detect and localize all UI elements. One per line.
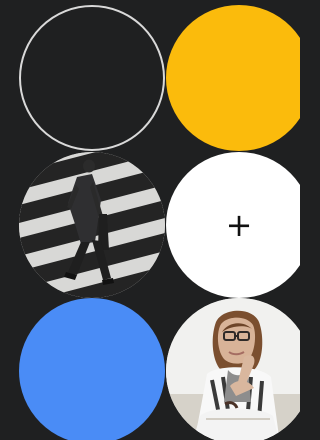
crosswalk-photo	[19, 152, 165, 298]
woman-photo	[166, 298, 300, 440]
blue-circle	[19, 298, 165, 440]
circle-grid: +	[0, 0, 300, 440]
outline-circle	[19, 5, 165, 151]
plus-icon: +	[225, 206, 253, 244]
yellow-circle	[166, 5, 300, 151]
add-circle-button[interactable]: +	[166, 152, 300, 298]
